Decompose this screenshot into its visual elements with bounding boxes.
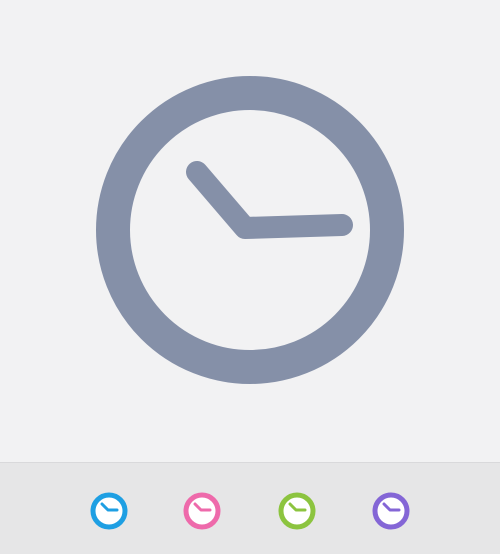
clock-icon-green — [277, 491, 317, 531]
main-preview-area — [0, 0, 500, 462]
clock-icon-purple — [371, 491, 411, 531]
icon-preview-page — [0, 0, 500, 554]
clock-hands — [186, 161, 353, 239]
clock-icon-blue — [89, 491, 129, 531]
clock-icon-pink — [182, 491, 222, 531]
clock-icon — [96, 76, 404, 384]
color-variants-bar — [0, 462, 500, 554]
